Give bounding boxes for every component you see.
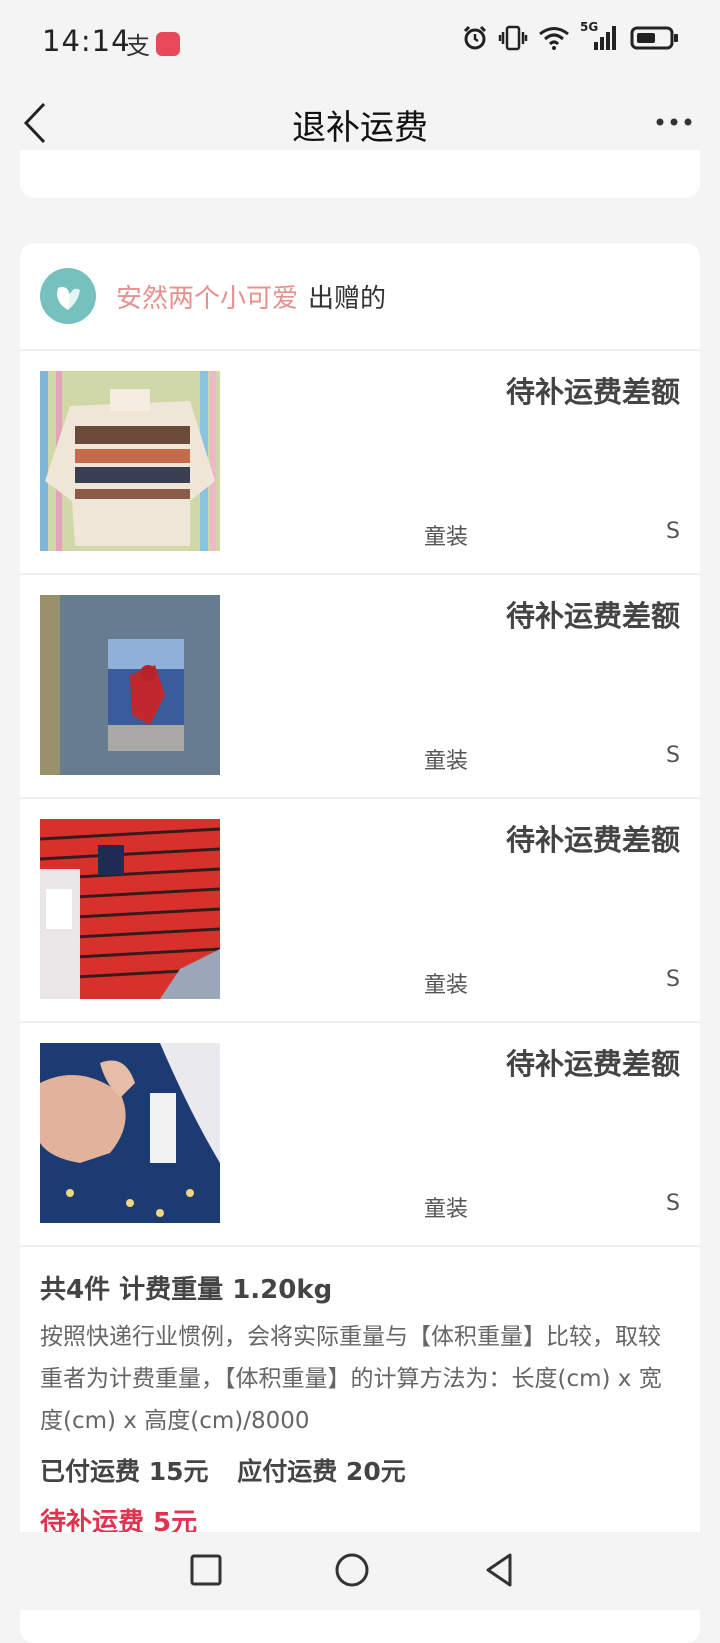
5g-signal-icon: 5G [580,20,620,52]
red-striped-jacket-photo [40,819,220,999]
donor-suffix: 出赠的 [308,283,387,314]
status-right-icons: 5G [462,20,680,52]
item-category: 童装 [424,973,469,998]
item-size: S [666,967,680,992]
home-icon [335,1553,369,1587]
status-app-icons: 支 [126,26,180,61]
donor-avatar[interactable] [40,268,96,324]
item-category: 童装 [424,749,469,774]
back-nav-button[interactable] [480,1550,520,1590]
leaf-icon [57,287,80,310]
item-row[interactable]: 待补运费差额 童装 S [20,575,700,799]
item-thumbnail[interactable] [40,595,220,775]
home-button[interactable] [332,1550,372,1590]
previous-card [20,150,700,198]
fee-line: 已付运费 15元 应付运费 20元 [40,1452,680,1488]
donation-card: 安然两个小可爱 出赠的 待补运费差额 童装 S 待补运费差额 童装 S 待补运费… [20,243,700,1643]
recent-apps-button[interactable] [186,1550,226,1590]
recent-apps-icon [190,1554,222,1586]
knit-sweater-photo [40,371,220,551]
back-icon [486,1553,512,1587]
status-bar: 14:14 支 5G [0,0,720,84]
donor-header[interactable]: 安然两个小可爱 出赠的 [20,243,700,351]
shipping-summary: 共4件 计费重量 1.20kg 按照快递行业惯例，会将实际重量与【体积重量】比较… [20,1247,700,1539]
item-thumbnail[interactable] [40,1043,220,1223]
app-notification-icon [156,31,180,56]
system-nav-bar [0,1532,720,1610]
weight-explanation: 按照快递行业惯例，会将实际重量与【体积重量】比较，取较重者为计费重量，【体积重量… [40,1324,662,1434]
alipay-icon: 支 [126,32,150,60]
item-thumbnail[interactable] [40,819,220,999]
more-dots-icon [656,118,692,126]
status-time: 14:14 [42,24,131,58]
wifi-icon [539,27,569,50]
paid-fee: 已付运费 15元 [40,1457,209,1486]
item-category: 童装 [424,1197,469,1222]
battery-icon [630,26,678,50]
item-title: 待补运费差额 [505,375,680,409]
item-size: S [666,743,680,768]
item-row[interactable]: 待补运费差额 童装 S [20,1023,700,1247]
denim-vest-spiderman-photo [40,595,220,775]
item-title: 待补运费差额 [505,823,680,857]
due-fee: 应付运费 20元 [237,1457,406,1486]
item-count-weight: 共4件 计费重量 1.20kg [40,1275,333,1305]
more-button[interactable] [654,114,694,130]
item-row[interactable]: 待补运费差额 童装 S [20,351,700,575]
navy-jacket-photo [40,1043,220,1223]
item-title: 待补运费差额 [505,599,680,633]
page-title: 退补运费 [292,108,428,148]
item-thumbnail[interactable] [40,371,220,551]
item-row[interactable]: 待补运费差额 童装 S [20,799,700,1023]
donor-name[interactable]: 安然两个小可爱 [116,278,298,315]
item-size: S [666,1191,680,1216]
item-title: 待补运费差额 [505,1047,680,1081]
vibrate-icon [498,25,528,51]
item-category: 童装 [424,525,469,550]
item-size: S [666,519,680,544]
alarm-icon [463,25,487,50]
